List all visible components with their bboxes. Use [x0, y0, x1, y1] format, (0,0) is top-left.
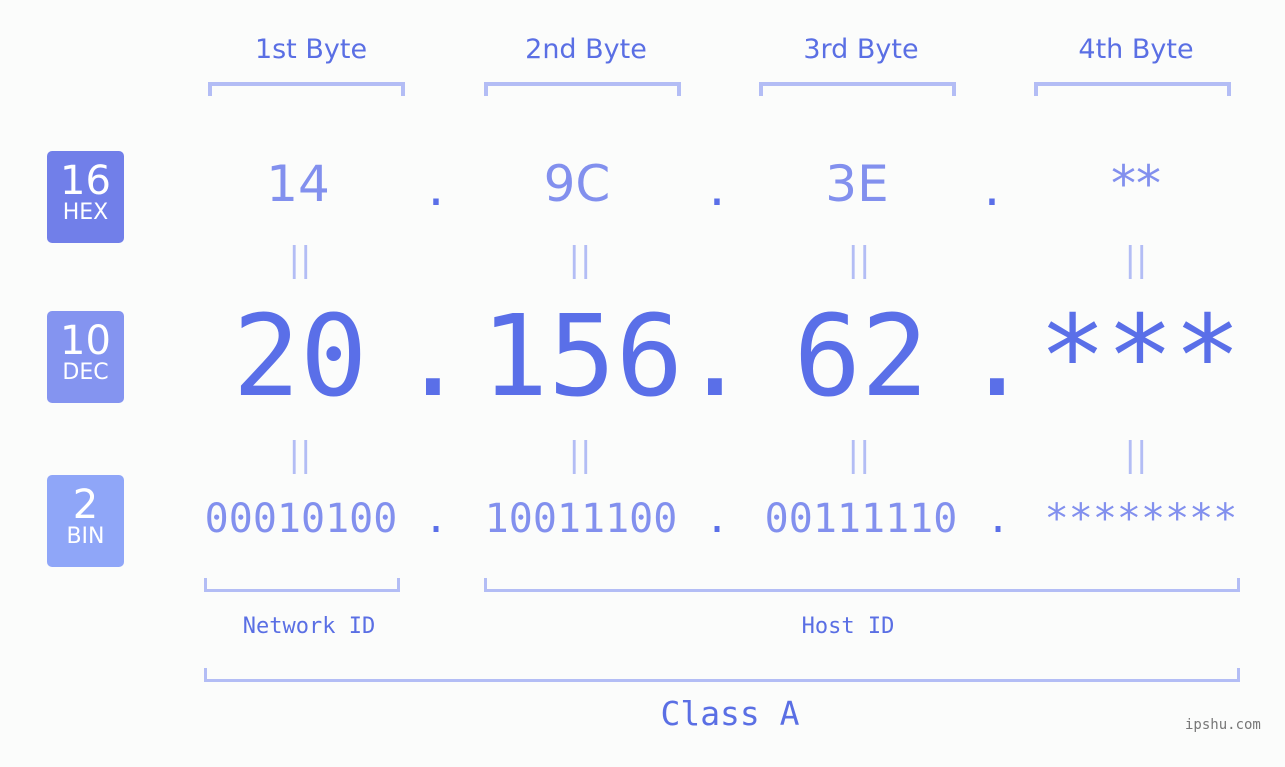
- host-id-bracket: [484, 578, 1240, 592]
- bin-badge: 2 BIN: [47, 475, 124, 567]
- equals-sign: ||: [288, 435, 312, 475]
- host-id-label: Host ID: [801, 614, 895, 639]
- hex-dot-3: .: [978, 165, 1006, 216]
- hex-byte-3: 3E: [825, 155, 889, 213]
- bin-byte-2: 10011100: [484, 496, 678, 542]
- bin-byte-4: ********: [1044, 496, 1238, 542]
- dec-byte-4: ***: [1038, 292, 1242, 422]
- bin-dot-3: .: [985, 496, 1011, 542]
- dec-badge: 10 DEC: [47, 311, 124, 403]
- dec-dot-1: .: [399, 292, 467, 422]
- hex-byte-4: **: [1111, 155, 1161, 213]
- byte-header-3: 3rd Byte: [803, 34, 919, 65]
- byte-header-4: 4th Byte: [1078, 34, 1194, 65]
- byte-header-2: 2nd Byte: [525, 34, 647, 65]
- bin-dot-1: .: [423, 496, 449, 542]
- class-label: Class A: [660, 694, 800, 733]
- hex-dot-2: .: [703, 165, 731, 216]
- bin-byte-1: 00010100: [204, 496, 398, 542]
- dec-badge-base: 10: [60, 318, 111, 364]
- dec-dot-2: .: [681, 292, 749, 422]
- equals-sign: ||: [1124, 435, 1148, 475]
- bin-dot-2: .: [704, 496, 730, 542]
- equals-sign: ||: [568, 435, 592, 475]
- hex-byte-2: 9C: [543, 155, 611, 213]
- bin-badge-label: BIN: [66, 524, 105, 549]
- dec-dot-3: .: [963, 292, 1031, 422]
- hex-badge-label: HEX: [62, 200, 109, 225]
- equals-sign: ||: [847, 240, 871, 280]
- dec-badge-label: DEC: [62, 360, 109, 385]
- byte-bracket-3: [759, 82, 956, 96]
- hex-badge-base: 16: [60, 158, 111, 204]
- byte-bracket-1: [208, 82, 405, 96]
- equals-sign: ||: [1124, 240, 1148, 280]
- byte-bracket-2: [484, 82, 681, 96]
- watermark: ipshu.com: [1185, 717, 1261, 733]
- byte-bracket-4: [1034, 82, 1231, 96]
- class-bracket: [204, 668, 1240, 682]
- equals-sign: ||: [847, 435, 871, 475]
- hex-dot-1: .: [422, 165, 450, 216]
- network-id-bracket: [204, 578, 400, 592]
- hex-badge: 16 HEX: [47, 151, 124, 243]
- bin-byte-3: 00111110: [764, 496, 958, 542]
- bin-badge-base: 2: [72, 482, 99, 528]
- network-id-label: Network ID: [242, 614, 376, 639]
- equals-sign: ||: [288, 240, 312, 280]
- equals-sign: ||: [568, 240, 592, 280]
- hex-byte-1: 14: [266, 155, 330, 213]
- byte-header-1: 1st Byte: [254, 34, 368, 65]
